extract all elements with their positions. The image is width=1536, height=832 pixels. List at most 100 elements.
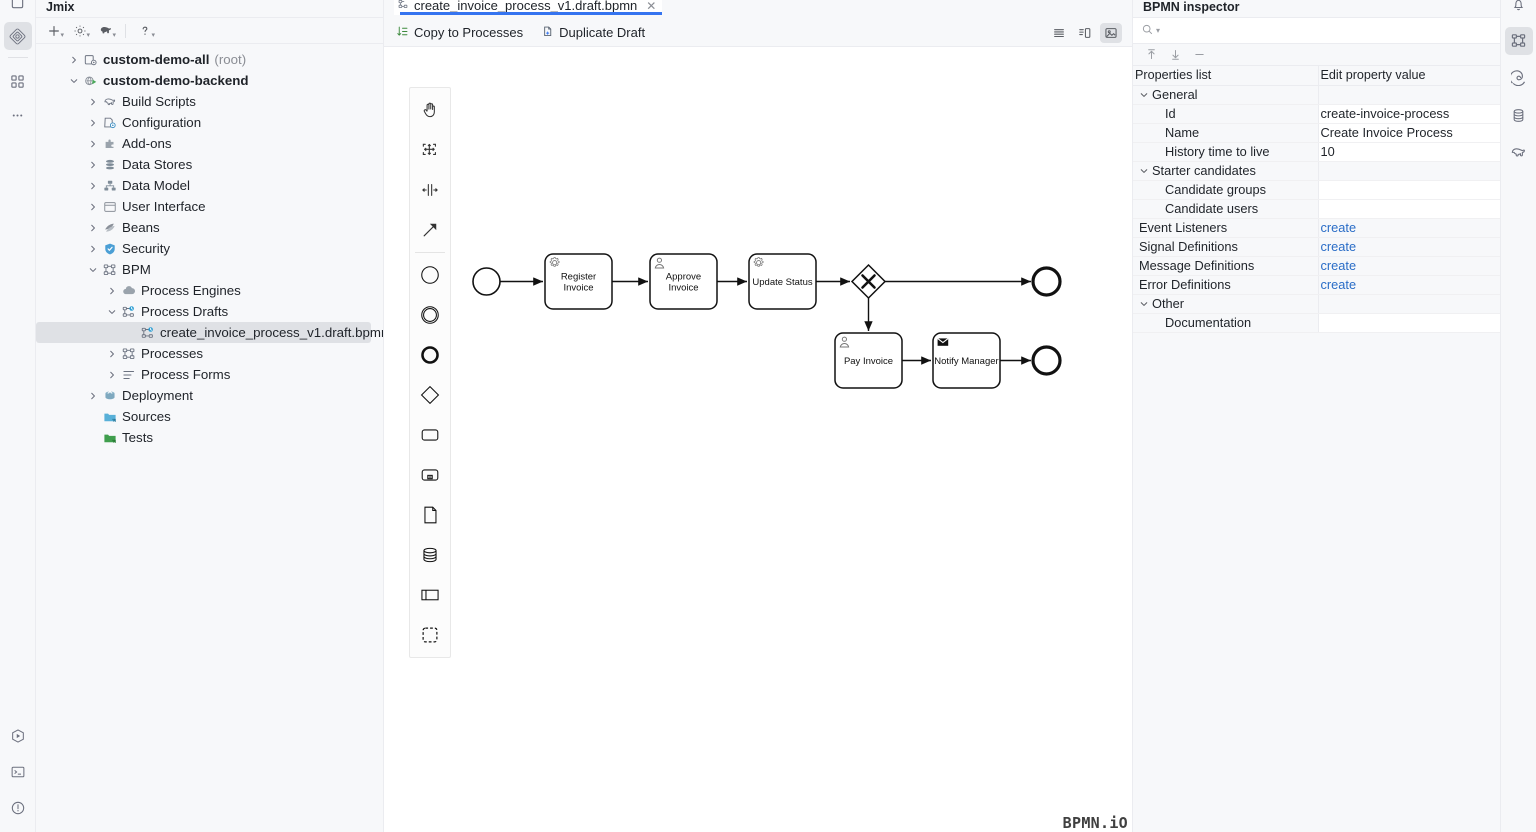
inspector-row[interactable]: Candidate groups [1133,180,1500,200]
bpmn-diagram[interactable]: RegisterInvoice ApproveInvoice Update Stat… [384,47,1132,832]
chevron-right-icon[interactable] [85,119,101,127]
list-view-icon[interactable] [1048,23,1070,43]
chevron-right-icon[interactable] [85,182,101,190]
tree-item-process-engines[interactable]: Process Engines [36,280,383,301]
chevron-right-icon[interactable] [85,224,101,232]
search-dropdown-chevron-icon[interactable]: ▾ [1156,26,1160,35]
project-tree[interactable]: custom-demo-all (root) custom-demo-backend… [36,44,383,832]
tree-item-data-stores[interactable]: Data Stores [36,154,383,175]
diagram-view-icon[interactable] [1100,22,1122,43]
chevron-right-icon[interactable] [104,371,120,379]
inspector-row[interactable]: History time to live 10 [1133,142,1500,162]
tree-item-custom-demo-all[interactable]: custom-demo-all (root) [36,49,383,70]
tree-item-tests[interactable]: Tests [36,427,383,448]
property-value-field[interactable] [1318,199,1500,219]
chevron-down-icon[interactable] [1140,91,1148,99]
property-value-field[interactable] [1318,180,1500,200]
bpmn-node-gateway[interactable] [850,263,887,300]
inspector-row[interactable]: Id create-invoice-process [1133,104,1500,124]
inspector-row[interactable]: Documentation [1133,313,1500,333]
split-view-icon[interactable] [1074,23,1096,43]
inspector-row[interactable]: Candidate users [1133,199,1500,219]
chevron-down-icon[interactable] [1140,167,1148,175]
jmix-icon[interactable] [3,22,32,50]
chevron-right-icon[interactable] [104,287,120,295]
property-value-link[interactable]: create [1318,218,1500,238]
property-value-link[interactable]: create [1318,256,1500,276]
close-icon[interactable]: ✕ [646,0,656,13]
bpmn-node-notify-manager[interactable]: Notify Manager [932,332,1001,389]
bpmn-canvas[interactable]: Register Invoice Approve Invoice Update Stat… [384,47,1132,832]
property-value-field[interactable] [1318,313,1500,333]
chevron-right-icon[interactable] [85,161,101,169]
property-value-field[interactable]: Create Invoice Process [1318,123,1500,143]
property-value-field[interactable]: create-invoice-process [1318,104,1500,124]
inspector-row[interactable]: Event Listeners create [1133,218,1500,238]
inspector-row[interactable]: Message Definitions create [1133,256,1500,276]
inspector-row[interactable]: Error Definitions create [1133,275,1500,295]
gradle-elephant-button[interactable]: ▾ [94,20,118,42]
tree-item-create-invoice-process-v1-draft-bpmn[interactable]: create_invoice_process_v1.draft.bpmn [36,322,383,343]
bpmn-node-register-invoice[interactable]: RegisterInvoice [544,253,613,310]
tree-item-deployment[interactable]: Deployment [36,385,383,406]
inspector-search-row[interactable]: ▾ [1133,18,1500,44]
inspector-row[interactable]: Starter candidates [1133,161,1500,181]
tree-item-process-drafts[interactable]: Process Drafts [36,301,383,322]
inspector-search-input[interactable] [1165,23,1500,38]
bpmn-node-pay-invoice[interactable]: Pay Invoice [834,332,903,389]
project-tool-window-icon[interactable] [4,0,32,16]
bpmn-node-update-status[interactable]: Update Status [748,253,817,310]
tree-item-build-scripts[interactable]: Build Scripts [36,91,383,112]
tree-item-beans[interactable]: Beans [36,217,383,238]
inspector-row[interactable]: Signal Definitions create [1133,237,1500,257]
property-value-link[interactable]: create [1318,237,1500,257]
tree-item-data-model[interactable]: Data Model [36,175,383,196]
property-group-header[interactable]: General [1133,85,1319,105]
database-tool-icon[interactable] [1505,101,1533,129]
bpm-tool-window-icon[interactable] [1504,27,1533,55]
tree-item-custom-demo-backend[interactable]: custom-demo-backend [36,70,383,91]
bpmn-node-start[interactable] [472,267,501,296]
inspector-row[interactable]: Name Create Invoice Process [1133,123,1500,143]
spiral-tool-icon[interactable] [1505,64,1533,92]
tree-item-add-ons[interactable]: Add-ons [36,133,383,154]
bpmn-node-end-2[interactable] [1031,345,1062,376]
property-value-link[interactable]: create [1318,275,1500,295]
tree-item-security[interactable]: Security [36,238,383,259]
duplicate-draft-button[interactable]: Duplicate Draft [541,25,645,41]
remove-button[interactable] [1189,46,1209,64]
property-group-header[interactable]: Starter candidates [1133,161,1319,181]
bpmn-node-end-1[interactable] [1031,266,1062,297]
property-value-field[interactable]: 10 [1318,142,1500,162]
chevron-right-icon[interactable] [85,392,101,400]
move-down-button[interactable] [1165,46,1185,64]
chevron-down-icon[interactable] [1140,300,1148,308]
tree-item-bpm[interactable]: BPM [36,259,383,280]
bpm-grid-icon[interactable] [4,67,32,95]
terminal-icon[interactable] [4,758,32,786]
notifications-bell-icon[interactable] [1505,0,1533,18]
tree-item-user-interface[interactable]: User Interface [36,196,383,217]
problems-warning-icon[interactable] [4,794,32,822]
chevron-right-icon[interactable] [85,203,101,211]
chevron-right-icon[interactable] [104,350,120,358]
bpmn-node-approve-invoice[interactable]: ApproveInvoice [649,253,718,310]
tree-item-configuration[interactable]: Configuration [36,112,383,133]
chevron-right-icon[interactable] [85,98,101,106]
chevron-right-icon[interactable] [85,140,101,148]
help-button[interactable]: ▾ [133,20,157,42]
more-tool-windows-icon[interactable] [4,101,32,129]
add-button[interactable]: ▾ [42,20,66,42]
inspector-row[interactable]: General [1133,85,1500,105]
run-icon[interactable] [4,722,32,750]
tree-item-process-forms[interactable]: Process Forms [36,364,383,385]
move-up-button[interactable] [1141,46,1161,64]
chevron-down-icon[interactable] [104,308,120,316]
tree-item-sources[interactable]: Sources [36,406,383,427]
gradle-tool-icon[interactable] [1505,138,1533,166]
tree-item-processes[interactable]: Processes [36,343,383,364]
settings-gear-button[interactable]: ▾ [68,20,92,42]
chevron-down-icon[interactable] [66,77,82,85]
chevron-right-icon[interactable] [85,245,101,253]
inspector-row[interactable]: Other [1133,294,1500,314]
